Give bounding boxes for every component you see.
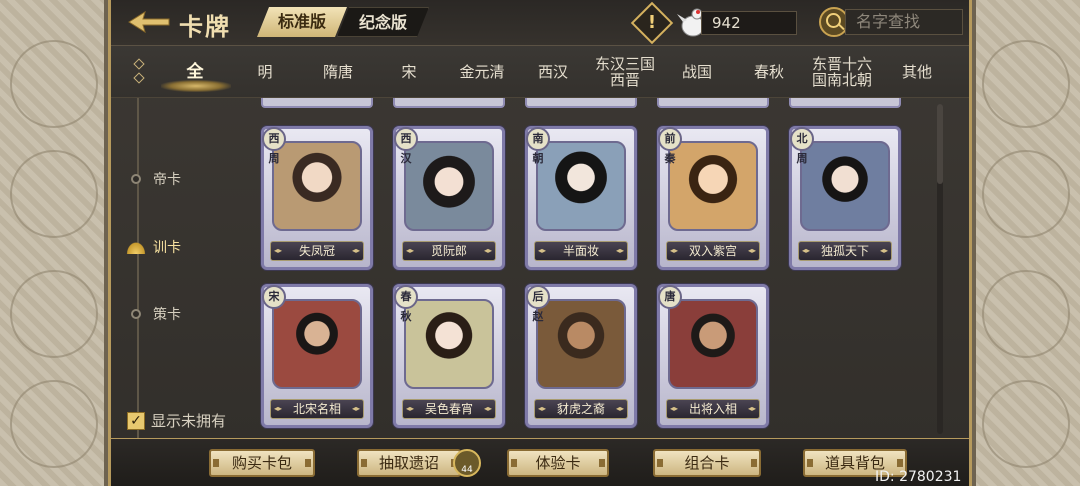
card-item[interactable]: 西汉 觅阮郎 xyxy=(393,126,505,270)
card-dynasty-badge: 南朝 xyxy=(526,127,550,165)
dragon-ornament-icon xyxy=(10,380,98,468)
tab-standard-edition[interactable]: 标准版 xyxy=(257,7,347,37)
dragon-ornament-icon xyxy=(982,150,1070,238)
nav-divider-line xyxy=(137,98,139,438)
card-portrait xyxy=(668,141,758,231)
card-item[interactable]: 宋 北宋名相 xyxy=(261,284,373,428)
card-name: 双入紫宫 xyxy=(666,241,760,261)
search-input[interactable]: 名字查找 xyxy=(845,9,963,35)
dynasty-tab-ming[interactable]: 明 xyxy=(241,46,289,98)
dragon-ornament-icon xyxy=(982,40,1070,128)
scrollbar-thumb[interactable] xyxy=(937,104,943,184)
card-partial xyxy=(525,98,637,108)
dynasty-tab-suitang[interactable]: 隋唐 xyxy=(311,46,365,98)
draw-edict-button[interactable]: 抽取遗诏 xyxy=(357,449,461,477)
nav-item-strategy-cards[interactable]: 策卡 xyxy=(131,301,181,327)
tab-memorial-edition[interactable]: 纪念版 xyxy=(337,7,429,37)
edict-count: 44 xyxy=(461,465,473,475)
dynasty-tab-jinyuanqing[interactable]: 金元清 xyxy=(447,46,517,98)
nav-item-label: 策卡 xyxy=(153,307,181,323)
card-collection-screen: 卡牌 标准版 纪念版 ! 942 名字查找 全 明 隋唐 宋 金元清 西汉 东汉… xyxy=(108,0,972,486)
nav-dot-icon xyxy=(131,174,141,184)
currency-amount: 942 xyxy=(701,11,797,35)
card-name: 吴色春宵 xyxy=(402,399,496,419)
card-dynasty-badge: 北周 xyxy=(790,127,814,165)
card-dynasty-badge: 宋 xyxy=(262,285,286,309)
card-dynasty-badge: 后赵 xyxy=(526,285,550,323)
card-portrait xyxy=(404,141,494,231)
card-dynasty-badge: 春秋 xyxy=(394,285,418,323)
card-partial xyxy=(261,98,373,108)
card-portrait xyxy=(536,141,626,231)
dynasty-tab-donghan-sanguo-xijin[interactable]: 东汉三国 西晋 xyxy=(589,46,661,98)
dynasty-tab-chunqiu[interactable]: 春秋 xyxy=(739,46,799,98)
back-arrow-icon[interactable] xyxy=(125,8,171,36)
card-portrait xyxy=(404,299,494,389)
left-decorative-panel xyxy=(0,0,108,486)
card-item[interactable]: 后赵 豺虎之裔 xyxy=(525,284,637,428)
card-portrait xyxy=(536,299,626,389)
checkbox-checked-icon[interactable]: ✓ xyxy=(127,411,145,430)
nav-dot-icon xyxy=(131,309,141,319)
card-portrait xyxy=(272,299,362,389)
card-name: 独孤天下 xyxy=(798,241,892,261)
card-name: 半面妆 xyxy=(534,241,628,261)
top-header: 卡牌 标准版 纪念版 ! 942 名字查找 xyxy=(111,0,969,46)
card-name: 失凤冠 xyxy=(270,241,364,261)
diamond-ornament-icon xyxy=(133,72,145,84)
nav-item-emperor-cards[interactable]: 帝卡 xyxy=(131,166,181,192)
combo-card-button[interactable]: 组合卡 xyxy=(653,449,761,477)
dragon-ornament-icon xyxy=(982,380,1070,468)
page-title: 卡牌 xyxy=(179,13,231,41)
edict-scroll-icon: 44 xyxy=(453,449,481,477)
dynasty-tab-zhanguo[interactable]: 战国 xyxy=(671,46,723,98)
lotus-icon xyxy=(125,240,147,254)
dynasty-tab-dongjin-nanbeichao[interactable]: 东晋十六 国南北朝 xyxy=(805,46,879,98)
dragon-ornament-icon xyxy=(982,270,1070,358)
card-grid: 西周 失凤冠 西汉 觅阮郎 南朝 半面妆 前秦 双入紫宫 北周 独孤天下 宋 北… xyxy=(251,98,941,438)
card-item[interactable]: 唐 出将入相 xyxy=(657,284,769,428)
show-unowned-toggle[interactable]: ✓ 显示未拥有 xyxy=(127,410,226,431)
card-item[interactable]: 前秦 双入紫宫 xyxy=(657,126,769,270)
dynasty-tab-other[interactable]: 其他 xyxy=(891,46,943,98)
dragon-ornament-icon xyxy=(10,270,98,358)
diamond-ornament-icon xyxy=(133,58,145,70)
card-partial xyxy=(393,98,505,108)
card-name: 觅阮郎 xyxy=(402,241,496,261)
card-dynasty-badge: 前秦 xyxy=(658,127,682,165)
right-decorative-panel xyxy=(972,0,1080,486)
card-dynasty-badge: 西汉 xyxy=(394,127,418,165)
card-name: 出将入相 xyxy=(666,399,760,419)
user-id: ID: 2780231 xyxy=(875,469,962,485)
show-unowned-label: 显示未拥有 xyxy=(151,412,227,430)
trial-card-button[interactable]: 体验卡 xyxy=(507,449,609,477)
card-item[interactable]: 西周 失凤冠 xyxy=(261,126,373,270)
dynasty-tab-xihan[interactable]: 西汉 xyxy=(527,46,579,98)
dynasty-tab-song[interactable]: 宋 xyxy=(385,46,433,98)
buy-card-pack-button[interactable]: 购买卡包 xyxy=(209,449,315,477)
dynasty-tab-all[interactable]: 全 xyxy=(161,46,231,98)
dynasty-filter-bar: 全 明 隋唐 宋 金元清 西汉 东汉三国 西晋 战国 春秋 东晋十六 国南北朝 … xyxy=(111,46,969,98)
card-portrait xyxy=(800,141,890,231)
card-partial xyxy=(789,98,901,108)
nav-item-label: 帝卡 xyxy=(153,172,181,188)
card-name: 豺虎之裔 xyxy=(534,399,628,419)
notice-icon[interactable]: ! xyxy=(630,1,674,45)
card-portrait xyxy=(272,141,362,231)
card-item[interactable]: 北周 独孤天下 xyxy=(789,126,901,270)
card-item[interactable]: 春秋 吴色春宵 xyxy=(393,284,505,428)
dragon-ornament-icon xyxy=(10,40,98,128)
card-grid-scrollbar[interactable] xyxy=(937,104,943,434)
card-name: 北宋名相 xyxy=(270,399,364,419)
card-portrait xyxy=(668,299,758,389)
nav-item-label: 训卡 xyxy=(153,240,181,256)
bottom-action-bar: 购买卡包 抽取遗诏 44 体验卡 组合卡 道具背包 ID: 2780231 xyxy=(111,438,969,486)
card-dynasty-badge: 西周 xyxy=(262,127,286,165)
dragon-ornament-icon xyxy=(10,150,98,238)
card-item[interactable]: 南朝 半面妆 xyxy=(525,126,637,270)
nav-item-train-cards[interactable]: 训卡 xyxy=(125,234,181,260)
card-partial xyxy=(657,98,769,108)
card-dynasty-badge: 唐 xyxy=(658,285,682,309)
